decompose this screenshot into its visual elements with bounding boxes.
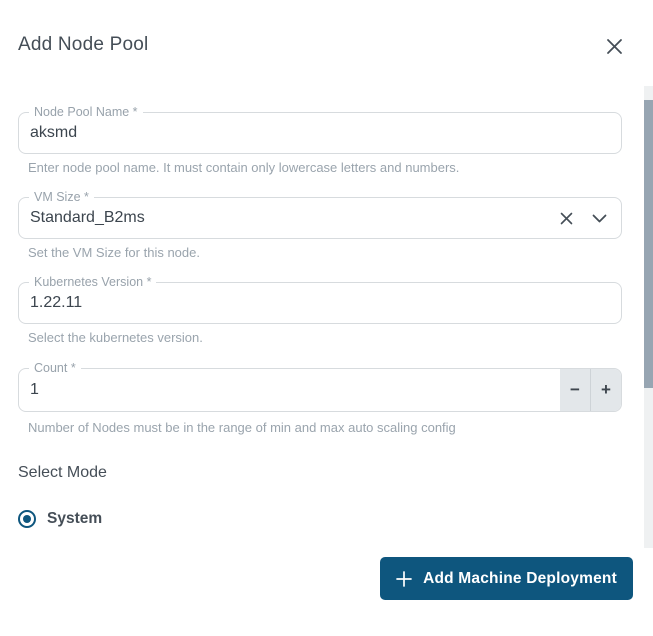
add-machine-deployment-label: Add Machine Deployment [423, 570, 617, 588]
chevron-down-icon[interactable] [592, 214, 607, 223]
kubernetes-version-helper: Select the kubernetes version. [28, 330, 203, 345]
count-field[interactable]: Count * 1 − + [18, 368, 622, 412]
close-icon[interactable] [602, 34, 626, 58]
scrollbar-track[interactable] [644, 86, 653, 548]
node-pool-name-helper: Enter node pool name. It must contain on… [28, 160, 459, 175]
add-machine-deployment-button[interactable]: Add Machine Deployment [380, 557, 633, 600]
count-stepper: − + [560, 369, 621, 411]
kubernetes-version-input[interactable]: 1.22.11 [30, 283, 82, 323]
kubernetes-version-field[interactable]: Kubernetes Version * 1.22.11 [18, 282, 622, 324]
clear-icon[interactable] [560, 212, 573, 225]
dialog-title: Add Node Pool [18, 34, 148, 56]
node-pool-name-input[interactable]: aksmd [30, 113, 77, 153]
node-pool-name-field[interactable]: Node Pool Name * aksmd [18, 112, 622, 154]
minus-icon[interactable]: − [560, 369, 590, 411]
scrollbar-thumb[interactable] [644, 100, 653, 388]
plus-icon [396, 571, 412, 587]
count-helper: Number of Nodes must be in the range of … [28, 420, 456, 435]
add-node-pool-dialog: Add Node Pool Node Pool Name * aksmd Ent… [0, 0, 653, 636]
radio-selected-icon[interactable] [18, 510, 36, 528]
vm-size-helper: Set the VM Size for this node. [28, 245, 200, 260]
count-input[interactable]: 1 [30, 369, 39, 411]
radio-option-system[interactable]: System [18, 510, 102, 528]
plus-icon[interactable]: + [591, 369, 621, 411]
vm-size-input[interactable]: Standard_B2ms [30, 198, 145, 238]
radio-label: System [47, 510, 102, 528]
vm-size-field[interactable]: VM Size * Standard_B2ms [18, 197, 622, 239]
select-mode-heading: Select Mode [18, 464, 107, 482]
